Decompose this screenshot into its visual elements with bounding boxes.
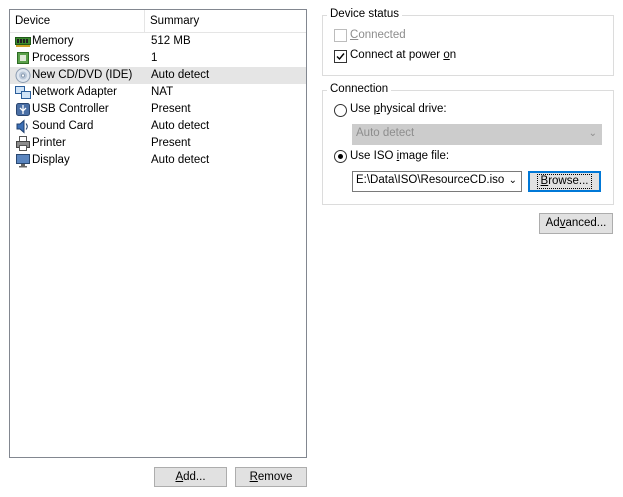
device-name: Memory: [32, 35, 74, 47]
use-physical-drive-label-pre: Use: [350, 103, 374, 115]
usb-icon: [15, 102, 31, 117]
device-name: Processors: [32, 52, 90, 64]
device-name: Printer: [32, 137, 66, 149]
device-status-title: Device status: [327, 8, 403, 20]
device-name: Network Adapter: [32, 86, 118, 98]
use-physical-drive-radio[interactable]: [334, 104, 347, 117]
browse-button[interactable]: Browse...: [528, 171, 601, 192]
display-icon: [15, 153, 31, 168]
connect-at-power-on-label-pre: Connect at power: [350, 49, 444, 61]
physical-drive-value: Auto detect: [356, 127, 415, 139]
connected-checkbox[interactable]: [334, 29, 347, 42]
chevron-down-icon[interactable]: ⌄: [509, 175, 517, 186]
iso-path-combo[interactable]: E:\Data\ISO\ResourceCD.iso ⌄: [352, 171, 522, 192]
iso-path-value: E:\Data\ISO\ResourceCD.iso: [356, 174, 505, 186]
physical-drive-select[interactable]: Auto detect ⌄: [352, 124, 602, 145]
device-row[interactable]: Memory 512 MB: [10, 33, 306, 50]
advanced-button-label-post: anced...: [565, 217, 607, 229]
memory-icon: [15, 34, 31, 49]
device-summary: NAT: [151, 86, 174, 98]
advanced-button[interactable]: Advanced...: [539, 213, 613, 234]
connection-title: Connection: [327, 83, 392, 95]
remove-button-access-key: R: [249, 471, 258, 483]
browse-button-label-post: rowse...: [548, 175, 589, 187]
connect-at-power-on-label-post: n: [449, 49, 457, 61]
add-button[interactable]: Add...: [154, 467, 227, 487]
device-list[interactable]: Device Summary Memory 512 MB Processors 1 Ne…: [9, 9, 307, 458]
use-iso-image-label-post: mage file:: [399, 150, 450, 162]
connected-label: Connected: [350, 29, 406, 41]
device-name: New CD/DVD (IDE): [32, 69, 133, 81]
column-header-summary[interactable]: Summary: [145, 10, 306, 32]
printer-icon: [15, 136, 31, 151]
connect-at-power-on-label: Connect at power on: [350, 49, 456, 61]
list-header: Device Summary: [10, 10, 306, 33]
device-name: Sound Card: [32, 120, 94, 132]
device-summary: 1: [151, 52, 158, 64]
remove-button-label-post: emove: [257, 471, 293, 483]
cd-dvd-icon: [15, 68, 31, 83]
chevron-down-icon: ⌄: [588, 128, 597, 139]
use-iso-image-radio[interactable]: [334, 150, 347, 163]
device-summary: Present: [151, 103, 191, 115]
connected-label-post: onnected: [358, 29, 406, 41]
device-name: Display: [32, 154, 70, 166]
radio-dot-icon: [338, 154, 343, 159]
use-physical-drive-label: Use physical drive:: [350, 103, 447, 115]
device-row[interactable]: Processors 1: [10, 50, 306, 67]
sound-card-icon: [15, 119, 31, 134]
device-row[interactable]: New CD/DVD (IDE) Auto detect: [10, 67, 306, 84]
device-summary: Auto detect: [151, 120, 210, 132]
add-button-access-key: A: [175, 471, 184, 483]
use-iso-image-label-pre: Use ISO: [350, 150, 397, 162]
device-name: USB Controller: [32, 103, 109, 115]
add-button-label-post: dd...: [183, 471, 206, 483]
device-row[interactable]: Network Adapter NAT: [10, 84, 306, 101]
remove-button[interactable]: Remove: [235, 467, 307, 487]
device-row[interactable]: Printer Present: [10, 135, 306, 152]
device-row[interactable]: Display Auto detect: [10, 152, 306, 169]
use-iso-image-label: Use ISO image file:: [350, 150, 449, 162]
device-summary: 512 MB: [151, 35, 191, 47]
checkmark-icon: [336, 53, 345, 61]
device-summary: Present: [151, 137, 191, 149]
connect-at-power-on-checkbox[interactable]: [334, 50, 347, 63]
processor-icon: [15, 51, 31, 66]
device-rows: Memory 512 MB Processors 1 New CD/DVD (IDE) A…: [10, 33, 306, 169]
device-summary: Auto detect: [151, 69, 210, 81]
device-row[interactable]: USB Controller Present: [10, 101, 306, 118]
use-physical-drive-label-post: hysical drive:: [380, 103, 447, 115]
column-header-device[interactable]: Device: [10, 10, 145, 32]
network-adapter-icon: [15, 85, 31, 100]
device-status-group: [322, 15, 614, 76]
advanced-button-label-pre: Ad: [545, 217, 560, 229]
device-row[interactable]: Sound Card Auto detect: [10, 118, 306, 135]
device-summary: Auto detect: [151, 154, 210, 166]
